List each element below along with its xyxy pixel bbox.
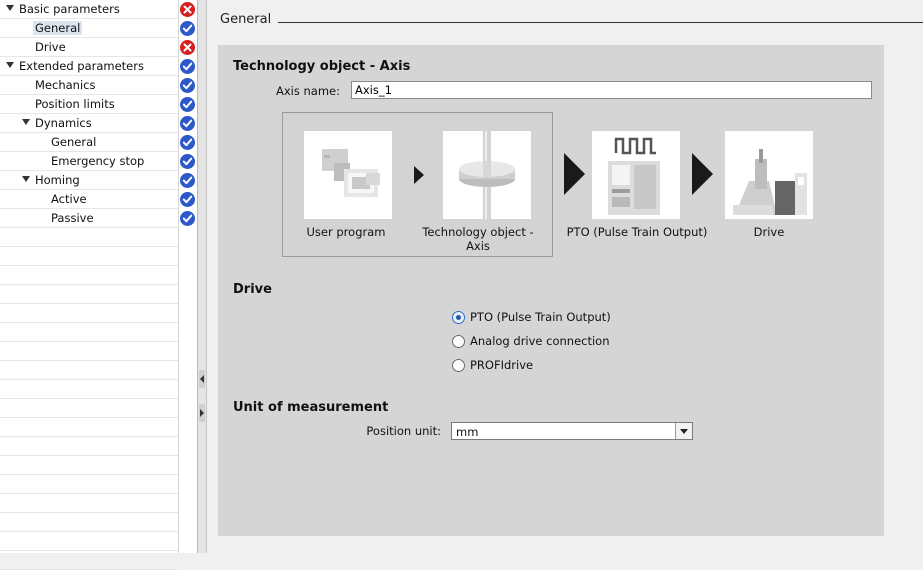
empty-row <box>0 380 178 399</box>
pto-radio[interactable] <box>452 311 465 324</box>
pto-radio-label[interactable]: PTO (Pulse Train Output) <box>470 310 611 324</box>
tree-item-general[interactable]: General <box>0 133 178 152</box>
empty-row <box>0 513 178 532</box>
axis-name-input[interactable] <box>351 81 872 99</box>
profidrive-radio-label[interactable]: PROFIdrive <box>470 358 533 372</box>
section-title: General <box>220 12 272 27</box>
user-program-icon <box>304 131 392 219</box>
pto-label: PTO (Pulse Train Output) <box>566 225 708 239</box>
empty-row <box>0 475 178 494</box>
flow-arrow-icon <box>692 153 713 195</box>
empty-row <box>0 532 178 551</box>
error-status-icon <box>179 38 196 57</box>
tree-item-label: Active <box>51 192 87 206</box>
dropdown-button[interactable] <box>675 423 692 439</box>
tree-item-label: Extended parameters <box>19 59 144 73</box>
tree-item-label: Emergency stop <box>51 154 145 168</box>
tree-item-label: Position limits <box>35 97 115 111</box>
tree-item-basic-parameters[interactable]: Basic parameters <box>0 0 178 19</box>
ok-status-icon <box>179 152 196 171</box>
arrow-right-icon <box>200 409 204 417</box>
tree-item-label: Basic parameters <box>19 2 120 16</box>
ok-status-icon <box>179 19 196 38</box>
ok-status-icon <box>179 209 196 228</box>
technology-object-label-line2: Axis <box>466 239 490 253</box>
tree-item-emergency-stop[interactable]: Emergency stop <box>0 152 178 171</box>
technology-object-label-line1: Technology object - <box>422 225 534 239</box>
tree-item-label: Drive <box>35 40 66 54</box>
empty-row <box>0 437 178 456</box>
ok-status-icon <box>179 171 196 190</box>
user-program-label: User program <box>306 225 386 239</box>
empty-row <box>0 456 178 475</box>
tree-item-position-limits[interactable]: Position limits <box>0 95 178 114</box>
tree-item-passive[interactable]: Passive <box>0 209 178 228</box>
tree-item-label: Dynamics <box>35 116 92 130</box>
empty-row <box>0 228 178 247</box>
empty-row <box>0 323 178 342</box>
ok-status-icon <box>179 190 196 209</box>
tree-item-drive[interactable]: Drive <box>0 38 178 57</box>
position-unit-label: Position unit: <box>366 424 441 438</box>
empty-row <box>0 418 178 437</box>
tree-item-dynamics[interactable]: Dynamics <box>0 114 178 133</box>
empty-row <box>0 551 178 570</box>
error-status-icon <box>179 0 196 19</box>
drive-heading: Drive <box>233 282 272 297</box>
expand-arrow-icon[interactable] <box>22 119 30 125</box>
analog-drive-radio[interactable] <box>452 335 465 348</box>
tree-item-extended-parameters[interactable]: Extended parameters <box>0 57 178 76</box>
parameter-tree: Basic parameters General Drive Extended par… <box>0 0 198 570</box>
technology-object-icon <box>443 131 531 219</box>
drive-label: Drive <box>753 225 785 239</box>
ok-status-icon <box>179 76 196 95</box>
tree-item-label: General <box>33 21 83 35</box>
empty-row <box>0 285 178 304</box>
position-unit-value: mm <box>456 425 479 439</box>
empty-row <box>0 247 178 266</box>
drive-icon <box>725 131 813 219</box>
tree-item-label: General <box>51 135 97 149</box>
technology-object-label: Technology object - Axis <box>418 225 538 253</box>
tree-item-general[interactable]: General <box>0 19 178 38</box>
tree-item-homing[interactable]: Homing <box>0 171 178 190</box>
expand-right-button[interactable] <box>199 404 205 422</box>
tech-object-heading: Technology object - Axis <box>233 59 411 74</box>
empty-row <box>0 304 178 323</box>
chevron-down-icon <box>680 429 688 434</box>
pto-module-icon <box>592 131 680 219</box>
expand-arrow-icon[interactable] <box>6 5 14 11</box>
ok-status-icon <box>179 114 196 133</box>
axis-name-label: Axis name: <box>275 84 340 98</box>
ok-status-icon <box>179 57 196 76</box>
tree-item-label: Passive <box>51 211 94 225</box>
ok-status-icon <box>179 133 196 152</box>
panel-splitter[interactable] <box>198 0 207 553</box>
analog-drive-radio-label[interactable]: Analog drive connection <box>470 334 610 348</box>
empty-row <box>0 342 178 361</box>
expand-arrow-icon[interactable] <box>22 176 30 182</box>
profidrive-radio[interactable] <box>452 359 465 372</box>
section-divider <box>278 22 923 23</box>
empty-row <box>0 266 178 285</box>
empty-row <box>0 361 178 380</box>
ok-status-icon <box>179 95 196 114</box>
tree-item-mechanics[interactable]: Mechanics <box>0 76 178 95</box>
empty-row <box>0 494 178 513</box>
flow-arrow-icon <box>414 166 424 184</box>
tree-item-active[interactable]: Active <box>0 190 178 209</box>
collapse-left-button[interactable] <box>199 370 205 388</box>
position-unit-select[interactable]: mm <box>451 422 693 440</box>
tree-item-label: Mechanics <box>35 78 96 92</box>
expand-arrow-icon[interactable] <box>6 62 14 68</box>
tree-item-label: Homing <box>35 173 80 187</box>
flow-arrow-icon <box>564 153 585 195</box>
unit-heading: Unit of measurement <box>233 400 389 415</box>
arrow-left-icon <box>200 375 204 383</box>
empty-row <box>0 399 178 418</box>
